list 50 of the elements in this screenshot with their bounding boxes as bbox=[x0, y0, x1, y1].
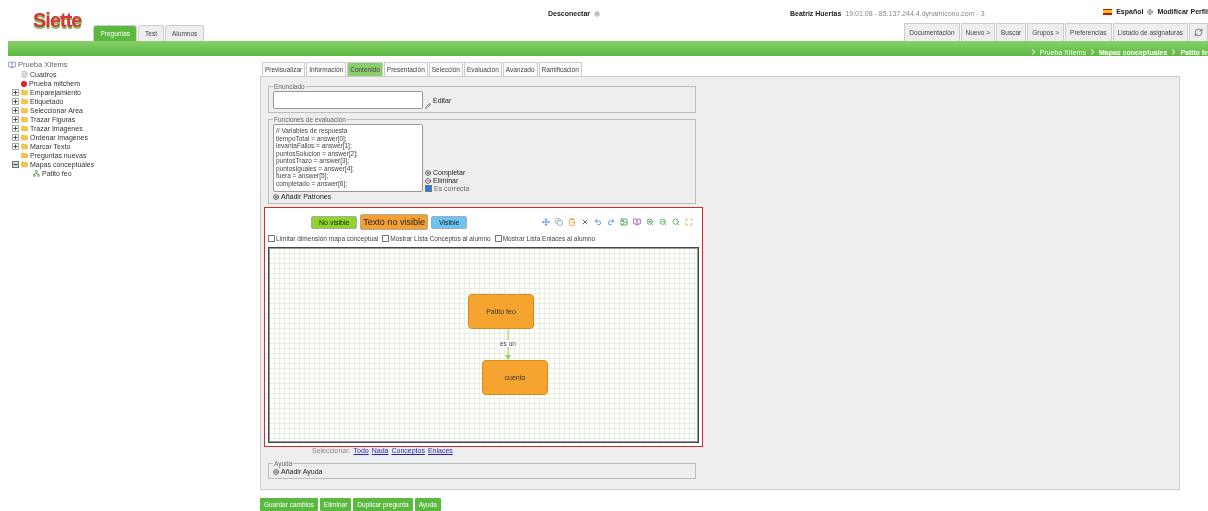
move-icon[interactable] bbox=[542, 218, 550, 226]
folder-icon bbox=[21, 125, 28, 132]
folder-icon bbox=[21, 89, 28, 96]
close-icon[interactable] bbox=[581, 218, 589, 226]
expand-icon[interactable] bbox=[12, 143, 19, 150]
book-icon bbox=[8, 60, 16, 69]
edit-icon[interactable] bbox=[425, 103, 431, 109]
file-icon bbox=[21, 71, 28, 78]
flag-icon[interactable] bbox=[1103, 8, 1113, 15]
add-icon[interactable] bbox=[273, 194, 279, 200]
chevron-icon bbox=[1171, 49, 1177, 55]
zoom-out-icon[interactable] bbox=[659, 218, 667, 226]
concept-map-icon bbox=[33, 170, 40, 177]
chevron-icon bbox=[1089, 49, 1095, 55]
statement-field[interactable] bbox=[273, 91, 423, 109]
folder-icon bbox=[21, 161, 28, 168]
complete-icon[interactable] bbox=[425, 170, 431, 176]
zoom-in-icon[interactable] bbox=[646, 218, 654, 226]
expand-icon[interactable] bbox=[12, 107, 19, 114]
delete-icon[interactable] bbox=[425, 178, 431, 184]
option-checkbox[interactable] bbox=[382, 235, 390, 242]
link-arrow bbox=[505, 329, 511, 360]
refresh-button[interactable] bbox=[1189, 23, 1208, 41]
search-icon[interactable] bbox=[672, 218, 680, 226]
chevron-icon bbox=[1030, 49, 1036, 55]
option-checkbox[interactable] bbox=[494, 235, 502, 242]
expand-icon[interactable] bbox=[12, 125, 19, 132]
image-icon[interactable] bbox=[620, 218, 628, 226]
status-dot-icon bbox=[21, 80, 27, 87]
refresh-icon[interactable] bbox=[1194, 28, 1203, 37]
add-icon[interactable] bbox=[273, 469, 279, 475]
logo: Siette bbox=[33, 9, 82, 32]
folder-icon bbox=[21, 143, 28, 150]
folder-icon bbox=[21, 98, 28, 105]
expand-icon[interactable] bbox=[12, 98, 19, 105]
folder-icon bbox=[21, 152, 28, 159]
expand-icon[interactable] bbox=[12, 116, 19, 123]
folder-icon bbox=[21, 107, 28, 114]
folder-icon bbox=[21, 134, 28, 141]
expand-icon[interactable] bbox=[12, 89, 19, 96]
correct-checkbox[interactable] bbox=[425, 185, 432, 192]
undo-icon[interactable] bbox=[594, 218, 602, 226]
redo-icon[interactable] bbox=[607, 218, 615, 226]
folder-icon bbox=[21, 116, 28, 123]
collapse-icon[interactable] bbox=[12, 161, 19, 168]
legend-chip: Texto no visible bbox=[360, 214, 428, 230]
book-icon[interactable] bbox=[633, 218, 641, 226]
option-checkbox[interactable] bbox=[268, 235, 275, 242]
expand-icon[interactable] bbox=[12, 134, 19, 141]
globe-icon bbox=[1147, 8, 1154, 15]
